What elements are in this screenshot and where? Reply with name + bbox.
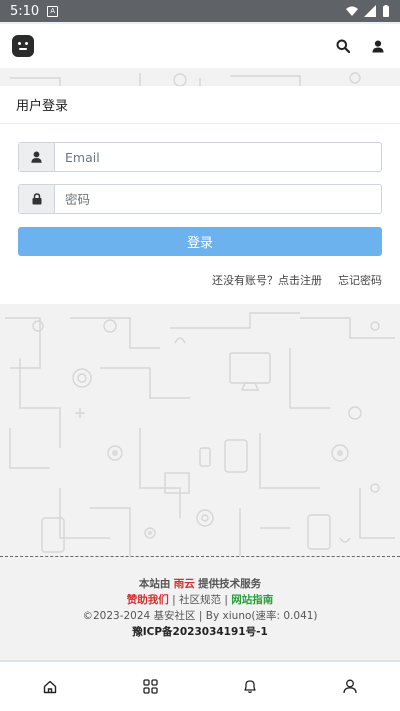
password-addon	[19, 185, 55, 213]
icp-link[interactable]: 豫ICP备2023034191号-1	[132, 626, 268, 638]
wifi-icon	[346, 6, 358, 16]
email-field-group	[18, 142, 382, 172]
site-guide-link[interactable]: 网站指南	[231, 594, 273, 606]
login-links: 还没有账号？点击注册 忘记密码	[212, 272, 382, 288]
login-button[interactable]: 登录	[18, 227, 382, 256]
footer-hosting-prefix: 本站由	[138, 578, 171, 590]
grid-icon	[142, 679, 158, 694]
app-header	[0, 22, 400, 68]
footer-line-links: 赞助我们 | 社区规范 | 网站指南	[0, 592, 400, 608]
nav-profile[interactable]	[325, 662, 375, 711]
footer-separator: |	[172, 594, 176, 606]
footer-line-hosting: 本站由 雨云 提供技术服务	[0, 576, 400, 592]
nav-categories[interactable]	[125, 662, 175, 711]
notification-icon: A	[47, 5, 59, 17]
site-logo[interactable]	[12, 35, 34, 57]
user-icon	[343, 679, 357, 694]
lock-icon	[32, 193, 41, 205]
password-field-group	[18, 184, 382, 214]
signal-icon	[364, 5, 376, 17]
search-icon[interactable]	[336, 39, 350, 53]
user-icon[interactable]	[372, 40, 384, 53]
sponsor-link[interactable]: 赞助我们	[127, 594, 169, 606]
email-addon	[19, 143, 55, 171]
footer-line-copyright: ©2023-2024 基安社区 | By xiuno(速率: 0.041)	[0, 608, 400, 624]
password-input[interactable]	[55, 185, 381, 213]
footer-hosting-brand[interactable]: 雨云	[174, 578, 195, 590]
footer-separator: |	[224, 594, 228, 606]
footer-separator: |	[198, 610, 203, 622]
status-bar: 5:10 A	[0, 0, 400, 22]
copyright-text: ©2023-2024 基安社区	[82, 610, 196, 622]
user-icon	[31, 151, 42, 163]
login-title: 用户登录	[0, 86, 400, 124]
footer-line-icp: 豫ICP备2023034191号-1	[0, 624, 400, 640]
battery-icon	[383, 5, 389, 17]
site-footer: 本站由 雨云 提供技术服务 赞助我们 | 社区规范 | 网站指南 ©2023-2…	[0, 556, 400, 660]
register-link[interactable]: 还没有账号？点击注册	[212, 272, 322, 288]
footer-hosting-suffix: 提供技术服务	[198, 578, 262, 590]
status-icons	[346, 5, 390, 17]
home-icon	[43, 680, 57, 693]
email-input[interactable]	[55, 143, 381, 171]
login-card: 用户登录 登录 还没有账号？点击注册 忘记密码	[0, 86, 400, 304]
bottom-nav	[0, 662, 400, 711]
nav-home[interactable]	[25, 662, 75, 711]
bell-icon	[244, 680, 256, 694]
forgot-password-link[interactable]: 忘记密码	[338, 272, 382, 288]
powered-by-text: By xiuno(速率: 0.041)	[205, 610, 318, 622]
status-time: 5:10	[10, 3, 40, 19]
nav-notifications[interactable]	[225, 662, 275, 711]
community-rules-link[interactable]: 社区规范	[179, 594, 221, 606]
